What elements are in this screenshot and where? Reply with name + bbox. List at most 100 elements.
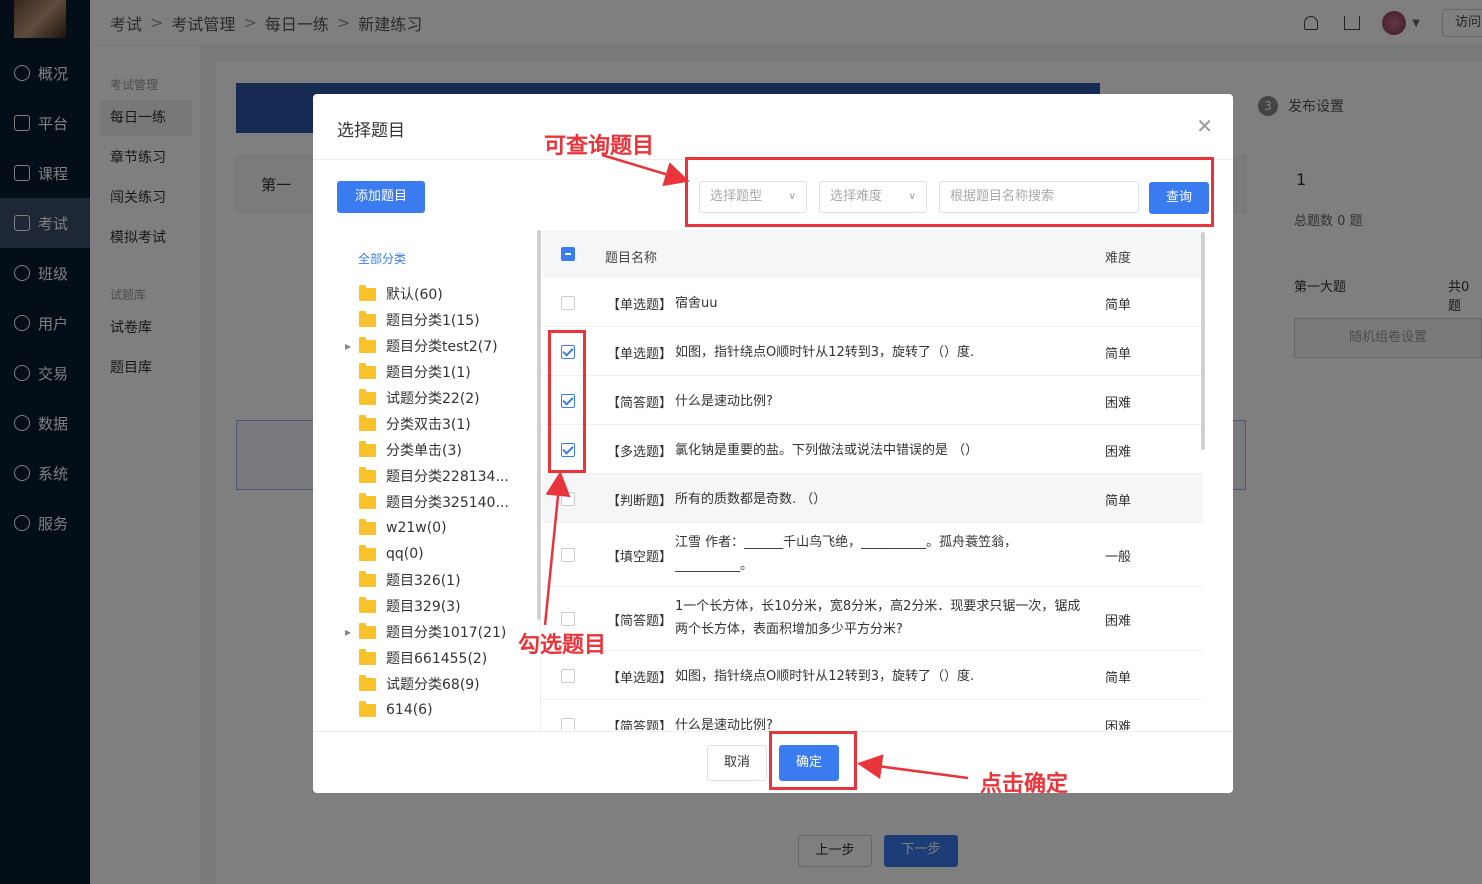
tree-node-label: 默认(60)	[386, 287, 443, 303]
folder-icon	[359, 544, 376, 561]
column-header-name: 题目名称	[605, 251, 658, 266]
tree-node-label: 试题分类22(2)	[386, 391, 480, 407]
question-difficulty: 简单	[1105, 670, 1132, 686]
tree-node-label: 分类单击(3)	[386, 443, 462, 459]
question-difficulty: 困难	[1105, 614, 1132, 629]
question-difficulty: 困难	[1105, 395, 1132, 411]
question-name: 所有的质数都是奇数. （）	[675, 491, 827, 507]
tree-node[interactable]: 题目分类325140...	[345, 491, 509, 513]
annotation-text-select: 勾选题目	[518, 632, 607, 658]
tree-node-label: 题目分类1(1)	[386, 365, 471, 381]
tree-node-label: 题目分类228134...	[386, 469, 509, 485]
table-row[interactable]: 【单选题】 如图，指针绕点O顺时针从12转到3，旋转了（）度. 简单	[543, 651, 1203, 700]
row-checkbox[interactable]	[561, 612, 575, 626]
annotation-text-query: 可查询题目	[544, 133, 655, 159]
question-type: 【简答题】	[607, 395, 673, 411]
folder-icon	[359, 414, 376, 431]
question-difficulty: 一般	[1105, 550, 1132, 565]
tree-node[interactable]: w21w(0)	[345, 517, 447, 539]
folder-icon	[359, 310, 376, 327]
folder-icon	[359, 388, 376, 405]
cancel-button[interactable]: 取消	[707, 745, 767, 781]
folder-icon	[359, 700, 376, 717]
tree-node-label: 题目分类1(15)	[386, 313, 480, 329]
tree-node[interactable]: 试题分类22(2)	[345, 387, 480, 409]
tree-node[interactable]: 题目分类228134...	[345, 465, 509, 487]
tree-node-label: 题目326(1)	[386, 573, 461, 589]
annotation-text-confirm: 点击确定	[980, 771, 1069, 797]
tree-node[interactable]: 分类双击3(1)	[345, 413, 471, 435]
tree-node-label: 分类双击3(1)	[386, 417, 471, 433]
annotation-box-query	[685, 157, 1214, 227]
tree-node[interactable]: 题目分类1(15)	[345, 309, 480, 331]
tree-node-label: w21w(0)	[386, 520, 447, 536]
question-difficulty: 困难	[1105, 719, 1132, 731]
tree-node[interactable]: 默认(60)	[345, 283, 443, 305]
question-name: 宿舍uu	[675, 295, 718, 311]
question-difficulty: 简单	[1105, 297, 1132, 313]
tree-scrollbar[interactable]	[537, 230, 541, 620]
annotation-box-confirm	[769, 731, 857, 790]
question-name: 如图，指针绕点O顺时针从12转到3，旋转了（）度.	[675, 668, 975, 684]
table-row[interactable]: 【多选题】 氯化钠是重要的盐。下列做法或说法中错误的是 （） 困难	[543, 425, 1203, 474]
question-name: 江雪 作者：______千山鸟飞绝，__________。孤舟蓑笠翁，_____…	[675, 535, 1018, 573]
question-difficulty: 困难	[1105, 444, 1132, 460]
row-checkbox[interactable]	[561, 491, 575, 506]
table-row[interactable]: 【单选题】 如图，指针绕点O顺时针从12转到3，旋转了（）度. 简单	[543, 327, 1203, 376]
table-row[interactable]: 【判断题】 所有的质数都是奇数. （） 简单	[543, 474, 1203, 523]
question-type: 【单选题】	[607, 297, 673, 313]
add-question-button[interactable]: 添加题目	[337, 181, 425, 213]
table-scrollbar[interactable]	[1201, 232, 1205, 450]
caret-right-icon[interactable]: ▶	[345, 342, 359, 351]
tree-node-label: 题目分类325140...	[386, 495, 509, 511]
tree-node[interactable]: 试题分类68(9)	[345, 673, 480, 695]
tree-node[interactable]: 题目329(3)	[345, 595, 461, 617]
folder-icon	[359, 674, 376, 691]
row-checkbox[interactable]	[561, 717, 575, 730]
tree-node-label: qq(0)	[386, 546, 424, 562]
folder-icon	[359, 492, 376, 509]
row-checkbox[interactable]	[561, 295, 575, 310]
tree-node[interactable]: 分类单击(3)	[345, 439, 462, 461]
close-icon[interactable]: ✕	[1196, 114, 1213, 138]
tree-node-label: 614(6)	[386, 702, 433, 718]
table-row[interactable]: 【简答题】 什么是速动比例? 困难	[543, 376, 1203, 425]
tree-node[interactable]: 题目661455(2)	[345, 647, 487, 669]
tree-node-label: 题目分类1017(21)	[386, 625, 507, 641]
folder-icon	[359, 518, 376, 535]
select-all-checkbox[interactable]	[561, 247, 575, 261]
column-header-difficulty: 难度	[1105, 251, 1132, 266]
tree-node[interactable]: ▶ 题目分类1017(21)	[345, 621, 506, 643]
folder-icon	[359, 570, 376, 587]
table-row[interactable]: 【简答题】 什么是速动比例? 困难	[543, 700, 1203, 730]
tree-node[interactable]: qq(0)	[345, 543, 424, 565]
tree-node[interactable]: 题目分类1(1)	[345, 361, 471, 383]
tree-node[interactable]: 题目326(1)	[345, 569, 461, 591]
folder-icon	[359, 648, 376, 665]
question-type: 【简答题】	[607, 719, 673, 731]
question-type: 【多选题】	[607, 444, 673, 460]
table-row[interactable]: 【单选题】 宿舍uu 简单	[543, 278, 1203, 327]
question-type: 【单选题】	[607, 346, 673, 362]
folder-icon	[359, 622, 376, 639]
folder-icon	[359, 336, 376, 353]
folder-icon	[359, 284, 376, 301]
tree-node-label: 题目661455(2)	[386, 651, 488, 667]
question-type: 【单选题】	[607, 670, 673, 686]
question-type: 【判断题】	[607, 493, 673, 509]
tree-all-categories[interactable]: 全部分类	[358, 250, 406, 267]
table-header: 题目名称 难度	[543, 230, 1203, 278]
question-name: 如图，指针绕点O顺时针从12转到3，旋转了（）度.	[675, 344, 975, 360]
row-checkbox[interactable]	[561, 548, 575, 562]
tree-node[interactable]: ▶ 题目分类test2(7)	[345, 335, 498, 357]
question-difficulty: 简单	[1105, 493, 1132, 509]
folder-icon	[359, 596, 376, 613]
tree-node[interactable]: 614(6)	[345, 699, 433, 721]
table-row[interactable]: 【简答题】 1一个长方体，长10分米，宽8分米，高2分米．现要求只锯一次，锯成两个…	[543, 587, 1203, 651]
tree-node-label: 题目分类test2(7)	[386, 339, 498, 355]
table-row[interactable]: 【填空题】 江雪 作者：______千山鸟飞绝，__________。孤舟蓑笠翁，…	[543, 523, 1203, 587]
row-checkbox[interactable]	[561, 668, 575, 683]
caret-right-icon[interactable]: ▶	[345, 628, 359, 637]
dialog-title: 选择题目	[337, 121, 405, 141]
folder-icon	[359, 440, 376, 457]
